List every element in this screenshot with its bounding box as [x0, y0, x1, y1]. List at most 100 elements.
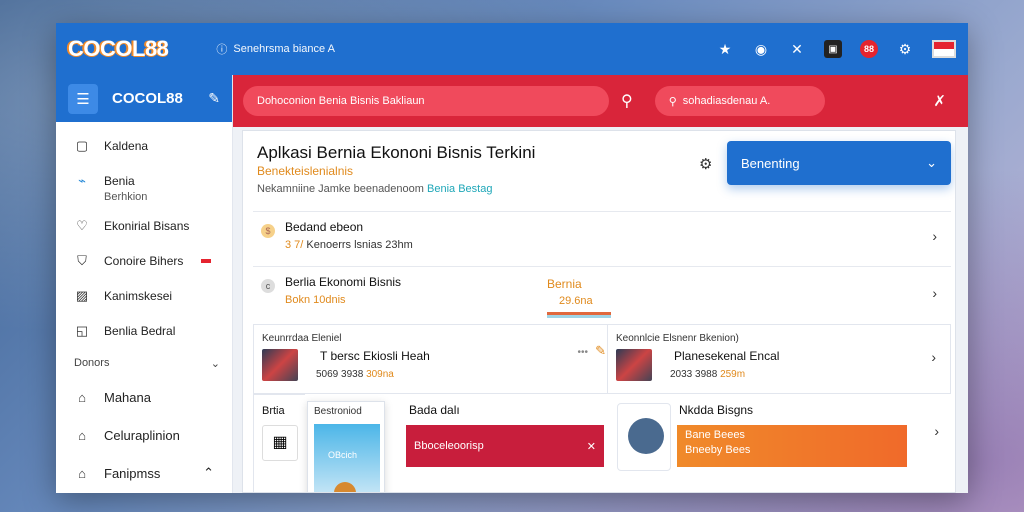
chevron-up-icon: ⌃: [203, 465, 214, 480]
news-card[interactable]: Keonnlcie Elsnenr Bkenion) Planesekenal …: [607, 324, 951, 394]
orange-card-title: Nkdda Bisgns: [679, 403, 754, 417]
image-icon: ▨: [75, 287, 89, 303]
coin-icon: $: [261, 224, 275, 238]
sidebar-item-label: Mahana: [104, 389, 151, 405]
tools-icon[interactable]: ✕: [788, 40, 806, 58]
red-card-text: Bboceleoorisp: [414, 440, 484, 452]
alert-icon[interactable]: 88: [860, 40, 878, 58]
page-subtitle: Benekteislenialnis: [257, 164, 354, 178]
list-item[interactable]: c Berlia Ekonomi Bisnis Bokn 10dnis Bern…: [253, 266, 951, 324]
news-thumbnail: [262, 349, 298, 381]
doc-icon: ◱: [75, 322, 89, 338]
shield-icon[interactable]: ◉: [752, 40, 770, 58]
page-description: Nekamniine Jamke beenadenoom Benia Besta…: [257, 183, 492, 195]
news-meta: 2033 3988 259m: [670, 369, 745, 380]
sidebar-item-label: Kaldena: [104, 138, 149, 153]
description-link[interactable]: Benia Bestag: [427, 183, 492, 195]
home-icon: ⌂: [78, 465, 86, 481]
sidebar-item-mahana[interactable]: ⌂ Mahana: [56, 378, 232, 416]
avatar-card[interactable]: [617, 403, 671, 471]
sidebar-item-celuraplinion[interactable]: ⌂ Celuraplinion: [56, 416, 232, 454]
chart-icon: ⌁: [78, 172, 86, 188]
news-meta: 5069 3938 309na: [316, 369, 394, 380]
app-window: COCOL88 ⓘ Senehrsma biance A ★ ◉ ✕ ▣ 88 …: [56, 23, 968, 493]
news-caption: Keonnlcie Elsnenr Bkenion): [616, 333, 739, 344]
sidebar-section-donors[interactable]: Donors ⌄: [56, 348, 232, 378]
search-icon: ⚲: [668, 95, 677, 108]
sidebar-item-label: Celuraplinion: [104, 427, 180, 443]
flag-icon: [201, 258, 212, 263]
sidebar-item-benlia[interactable]: ◱ Benlia Bedral: [56, 313, 232, 348]
row-meta-prefix: 3 7/: [285, 239, 304, 251]
news-date: 2033 3988: [670, 369, 718, 380]
row-meta: 3 7/ Kenoerrs lsnias 23hm: [285, 239, 413, 251]
square-icon: ▢: [75, 137, 89, 153]
shield-icon: ⛉: [77, 252, 87, 268]
avatar: [628, 418, 664, 454]
sidebar-item-fanipmss[interactable]: ⌂ Fanipmss ⌃: [56, 454, 232, 492]
dropdown-label: Benenting: [741, 155, 800, 171]
top-bar: COCOL88 ⓘ Senehrsma biance A ★ ◉ ✕ ▣ 88 …: [56, 23, 968, 75]
menu-icon[interactable]: ☰: [68, 83, 98, 114]
secondary-search-text: sohadiasdenau A.: [682, 95, 771, 107]
red-card[interactable]: Bboceleoorisp ✕: [406, 425, 604, 467]
info-icon: ⓘ: [216, 44, 228, 56]
sidebar-item-kaldena[interactable]: ▢ Kaldena: [56, 128, 232, 163]
chevron-right-icon: ›: [932, 228, 937, 244]
close-icon[interactable]: ✕: [587, 440, 596, 453]
heart-icon: ♡: [76, 217, 88, 233]
row-title: Bedand ebeon: [285, 220, 364, 234]
sort-dropdown[interactable]: Benenting ⌄: [727, 141, 951, 185]
flag-icon[interactable]: [932, 40, 956, 58]
sidebar-item-label: Benlia Bedral: [104, 323, 176, 338]
pin-icon[interactable]: ✎: [208, 90, 220, 107]
news-title: Planesekenal Encal: [674, 349, 780, 363]
chevron-down-icon: ⌄: [210, 357, 220, 370]
circle-icon: c: [261, 279, 275, 293]
sidebar-item-label: Benia: [104, 173, 135, 188]
orange-card[interactable]: Bane Beees Bneeby Bees: [677, 425, 907, 467]
search-icon[interactable]: ⚲: [621, 91, 633, 111]
bottom-card[interactable]: Brtia ▦: [253, 394, 305, 492]
secondary-search-input[interactable]: ⚲ sohadiasdenau A.: [654, 86, 825, 116]
sidebar: ☰ COCOL88 ✎ ▢ Kaldena ⌁ Benia Berhkion ♡…: [56, 75, 233, 493]
star-icon[interactable]: ★: [716, 40, 734, 58]
sidebar-item-label: Fanipmss: [104, 465, 161, 481]
settings-icon[interactable]: ⚙: [896, 40, 914, 58]
row-meta-text: Kenoerrs lsnias 23hm: [306, 239, 413, 251]
terminal-icon[interactable]: ▣: [824, 40, 842, 58]
page-title: Aplkasi Bernia Ekononi Bisnis Terkini: [257, 143, 536, 162]
app-logo[interactable]: COCOL88: [68, 36, 169, 62]
search-input[interactable]: Dohoconion Benia Bisnis Bakliaun: [243, 86, 609, 116]
sidebar-subitem[interactable]: Berhkion: [56, 186, 232, 208]
news-caption: Keunrrdaa Eleniel: [262, 333, 342, 344]
chevron-right-icon: ›: [934, 423, 939, 439]
top-title-text: Senehrsma biance A: [233, 43, 335, 55]
bottom-card-label: Brtia: [262, 405, 285, 417]
news-tag: 309na: [366, 369, 394, 380]
bell-icon: ⌂: [78, 427, 86, 443]
top-title: ⓘ Senehrsma biance A: [216, 41, 335, 57]
row-title: Berlia Ekonomi Bisnis: [285, 275, 402, 289]
sidebar-item-kanimskesei[interactable]: ▨ Kanimskesei: [56, 278, 232, 313]
list-item[interactable]: $ Bedand ebeon 3 7/ Kenoerrs lsnias 23hm…: [253, 211, 951, 266]
news-tag: 259m: [720, 369, 746, 380]
sidebar-item-ekonirial[interactable]: ♡ Ekonirial Bisans: [56, 208, 232, 243]
more-icon[interactable]: •••: [577, 347, 588, 358]
pen-icon[interactable]: ✎: [595, 343, 606, 359]
orange-card-text: Bane Beees: [685, 429, 745, 441]
row-right-value: 29.6na: [559, 295, 593, 307]
floating-card[interactable]: Bestroniod OBcich: [307, 401, 385, 492]
red-card-title: Bada dalı: [409, 403, 460, 417]
sidebar-item-label: Kanimskesei: [104, 288, 173, 303]
sidebar-header: ☰ COCOL88 ✎: [56, 75, 232, 122]
sidebar-item-conoire[interactable]: ⛉ Conoire Bihers: [56, 243, 232, 278]
pin-icon[interactable]: ✗: [933, 92, 946, 110]
row-meta: Bokn 10dnis: [285, 294, 346, 306]
news-date: 5069 3938: [316, 369, 364, 380]
top-icons: ★ ◉ ✕ ▣ 88 ⚙: [716, 40, 956, 58]
gear-icon[interactable]: ⚙: [699, 155, 712, 173]
home-icon: ⌂: [78, 389, 86, 405]
news-card[interactable]: Keunrrdaa Eleniel T bersc Ekiosli Heah 5…: [253, 324, 613, 394]
chevron-down-icon: ⌄: [926, 155, 937, 170]
